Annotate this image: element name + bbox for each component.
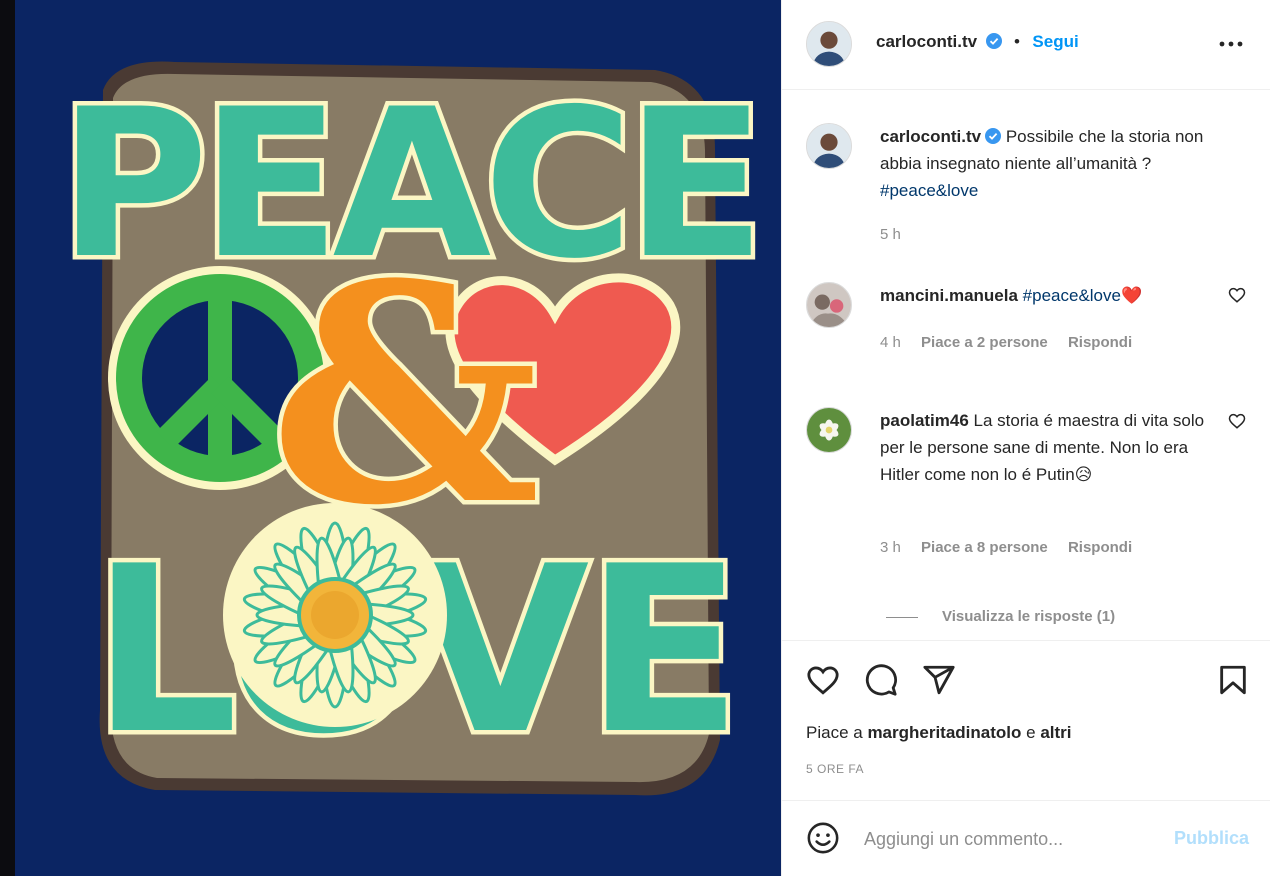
likes-prefix: Piace a [806, 723, 863, 742]
comment-emoji: 😥 [1074, 465, 1093, 484]
caption-hashtag[interactable]: #peace&love [880, 181, 978, 200]
commenter-avatar[interactable] [806, 282, 852, 328]
comment-icon[interactable] [864, 663, 898, 697]
caption: carloconti.tv Possibile che la storia no… [806, 123, 1246, 273]
caption-meta: 5 h [880, 226, 917, 243]
likes-user-link[interactable]: margheritadinatolo [867, 723, 1021, 742]
comment-emoji: ❤️ [1120, 286, 1143, 305]
comment-reply-button[interactable]: Rispondi [1068, 539, 1132, 556]
comment-hashtag[interactable]: #peace&love [1023, 286, 1121, 305]
caption-time[interactable]: 5 h [880, 226, 901, 243]
comment-like-heart-icon[interactable] [1228, 412, 1246, 430]
comment-username[interactable]: paolatim46 [880, 411, 969, 430]
post-timestamp[interactable]: 5 ORE FA [806, 762, 864, 776]
comment-likes-count[interactable]: Piace a 8 persone [921, 539, 1048, 556]
caption-author-avatar[interactable] [806, 123, 852, 169]
follow-button[interactable]: Segui [1032, 32, 1078, 51]
peace-love-artwork: PEACE & LOVE [54, 62, 770, 796]
comment-username[interactable]: mancini.manuela [880, 286, 1018, 305]
comment-text-block: paolatim46 La storia é maestra di vita s… [880, 407, 1210, 488]
comment-meta: 3 h Piace a 8 persone Rispondi [880, 539, 1148, 556]
comment-time[interactable]: 4 h [880, 334, 901, 351]
verified-icon [985, 33, 1002, 49]
commenter-avatar[interactable] [806, 407, 852, 453]
comment-time[interactable]: 3 h [880, 539, 901, 556]
bookmark-icon[interactable] [1216, 663, 1250, 697]
post-media-panel: PEACE & LOVE [0, 0, 781, 876]
post-header: carloconti.tv • Segui [782, 0, 1270, 90]
likes-and: e [1026, 723, 1036, 742]
post-side-panel: carloconti.tv • Segui carloconti.tv Poss… [781, 0, 1270, 876]
heart-icon[interactable] [806, 663, 840, 697]
comment-composer: Pubblica [782, 800, 1270, 876]
emoji-icon[interactable] [806, 821, 840, 855]
comment-meta: 4 h Piace a 2 persone Rispondi [880, 334, 1148, 351]
verified-icon [985, 128, 1002, 144]
post-image[interactable]: PEACE & LOVE [15, 0, 781, 876]
publish-button[interactable]: Pubblica [1174, 828, 1249, 849]
author-username[interactable]: carloconti.tv [876, 32, 977, 51]
comment-input[interactable] [864, 823, 1154, 855]
caption-username[interactable]: carloconti.tv [880, 127, 981, 146]
daisy-flower [223, 503, 447, 727]
caption-avatar-image [807, 124, 851, 168]
caption-text-block: carloconti.tv Possibile che la storia no… [880, 123, 1210, 204]
comment-reply-button[interactable]: Rispondi [1068, 334, 1132, 351]
commenter-avatar-image [807, 283, 851, 327]
commenter-avatar-image [807, 408, 851, 452]
comments-list[interactable]: carloconti.tv Possibile che la storia no… [782, 91, 1270, 639]
comment-likes-count[interactable]: Piace a 2 persone [921, 334, 1048, 351]
comment-item: mancini.manuela #peace&love❤️ 4 h Piace … [806, 282, 1246, 382]
more-options-icon[interactable] [1217, 30, 1245, 58]
likes-others-link[interactable]: altri [1040, 723, 1071, 742]
view-replies-button[interactable]: Visualizza le risposte (1) [886, 608, 1115, 625]
comment-like-heart-icon[interactable] [1228, 286, 1246, 304]
author-avatar[interactable] [806, 21, 852, 67]
header-separator: • [1014, 32, 1020, 51]
likes-summary: Piace a margheritadinatolo e altri [806, 723, 1072, 743]
post-actions: Piace a margheritadinatolo e altri 5 ORE… [782, 640, 1270, 800]
comment-text-block: mancini.manuela #peace&love❤️ [880, 282, 1210, 309]
view-replies-line [886, 616, 918, 618]
view-replies-label: Visualizza le risposte (1) [942, 608, 1116, 625]
author-avatar-image [807, 22, 851, 66]
comment-item: paolatim46 La storia é maestra di vita s… [806, 407, 1246, 597]
share-icon[interactable] [922, 663, 956, 697]
